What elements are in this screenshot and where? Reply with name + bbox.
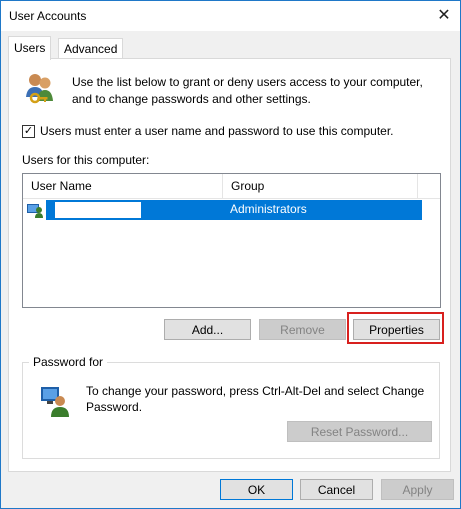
users-tab-panel: Use the list below to grant or deny user… bbox=[8, 58, 451, 472]
add-button[interactable]: Add... bbox=[164, 319, 251, 340]
users-listview[interactable]: User Name Group Administrators bbox=[22, 173, 441, 308]
ok-button[interactable]: OK bbox=[220, 479, 293, 500]
selected-row-highlight: Administrators bbox=[46, 200, 422, 220]
password-groupbox: Password for To change your password, pr… bbox=[22, 355, 440, 459]
table-row[interactable]: Administrators bbox=[23, 200, 440, 220]
properties-highlight-box bbox=[347, 312, 444, 344]
redacted-user-name bbox=[55, 202, 141, 218]
users-keys-icon bbox=[26, 74, 53, 104]
column-header-user-name[interactable]: User Name bbox=[23, 174, 223, 198]
tab-users[interactable]: Users bbox=[8, 36, 52, 60]
row-group: Administrators bbox=[230, 202, 307, 216]
user-icon bbox=[27, 204, 43, 218]
password-instructions: To change your password, press Ctrl-Alt-… bbox=[86, 384, 425, 414]
cancel-button[interactable]: Cancel bbox=[300, 479, 373, 500]
users-list-label: Users for this computer: bbox=[22, 153, 150, 167]
user-accounts-window: User Accounts ✕ Advanced Users Use the l… bbox=[0, 0, 461, 509]
require-login-checkbox[interactable]: ✓ bbox=[22, 125, 35, 138]
remove-button[interactable]: Remove bbox=[259, 319, 346, 340]
user-password-icon bbox=[41, 387, 69, 417]
tab-advanced[interactable]: Advanced bbox=[58, 38, 124, 60]
column-header-group[interactable]: Group bbox=[223, 174, 418, 198]
close-icon[interactable]: ✕ bbox=[428, 1, 460, 31]
password-group-title: Password for bbox=[29, 355, 108, 369]
intro-text: Use the list below to grant or deny user… bbox=[72, 75, 423, 106]
listview-header: User Name Group bbox=[23, 174, 440, 199]
window-title: User Accounts bbox=[9, 9, 87, 23]
apply-button[interactable]: Apply bbox=[381, 479, 454, 500]
title-bar: User Accounts ✕ bbox=[1, 1, 460, 31]
require-login-label: Users must enter a user name and passwor… bbox=[40, 124, 394, 138]
reset-password-button[interactable]: Reset Password... bbox=[287, 421, 432, 442]
